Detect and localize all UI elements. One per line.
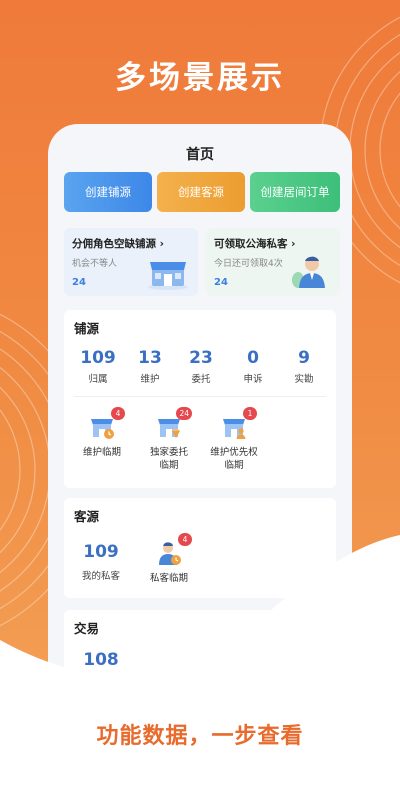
footer-title: 功能数据，一步查看 [96,724,304,749]
bottom-wave [0,535,400,800]
